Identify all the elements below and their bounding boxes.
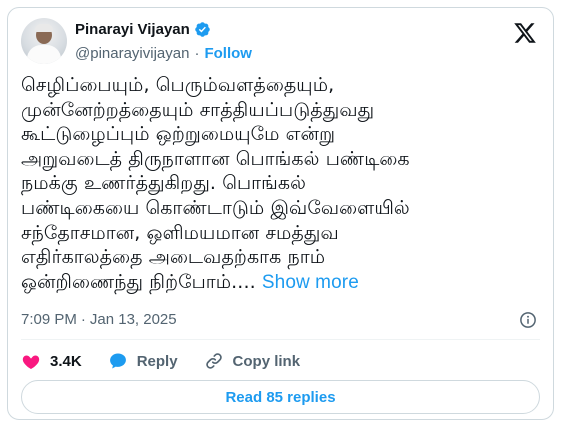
like-button[interactable]: 3.4K [21,351,82,371]
tweet-text-line: அறுவடைத் திருநாளான பொங்கல் பண்டிகை [21,147,410,170]
handle-row: @pinarayivijayan · Follow [75,45,252,62]
reply-button[interactable]: Reply [108,351,178,371]
show-more-link[interactable]: Show more [262,272,359,293]
tweet-text-line: கூட்டுழைப்பும் ஒற்றுமையுமே என்று [21,123,336,146]
tweet-text: செழிப்பையும், பெரும்வளத்தையும், முன்னேற்… [21,73,541,295]
follow-button[interactable]: Follow [204,45,252,62]
avatar[interactable] [21,18,67,64]
tweet-text-last-line: ஒன்றிணைந்து நிற்போம்.... Show more [21,270,541,296]
tweet-date: Jan 13, 2025 [89,311,177,328]
author-handle[interactable]: @pinarayivijayan [75,45,189,62]
tweet-text-line: ஒன்றிணைந்து நிற்போம்.... [21,270,256,293]
divider [21,339,540,340]
tweet-text-line: பண்டிகையை கொண்டாடும் இவ்வேளையில் [21,196,410,219]
verified-badge-icon [195,22,210,37]
reply-label: Reply [136,352,178,370]
tweet-text-line: எதிர்காலத்தை அடைவதற்காக நாம் [21,246,326,269]
x-logo-icon[interactable] [513,21,537,45]
tweet-text-line: முன்னேற்றத்தையும் சாத்தியப்படுத்துவது [21,98,375,121]
like-count: 3.4K [50,352,82,370]
tweet-timestamp[interactable]: 7:09 PM · Jan 13, 2025 [21,311,177,328]
handle-separator: · [194,45,200,62]
tweet-time: 7:09 PM [21,311,77,328]
tweet-text-line: சந்தோசமான, ஒளிமயமான சமத்துவ [21,221,339,244]
timestamp-separator: · [80,311,86,328]
info-icon[interactable] [519,311,537,329]
copy-link-button[interactable]: Copy link [204,351,301,371]
copy-link-label: Copy link [232,352,301,370]
reply-bubble-icon [109,353,126,369]
link-icon [205,353,222,369]
author-display-name[interactable]: Pinarayi Vijayan [75,21,190,38]
heart-icon [22,355,40,369]
tweet-text-line: செழிப்பையும், பெரும்வளத்தையும், [21,74,335,96]
author-name-row[interactable]: Pinarayi Vijayan [75,21,211,38]
tweet-card: Pinarayi Vijayan @pinarayivijayan · Foll… [7,7,554,420]
read-replies-button[interactable]: Read 85 replies [21,380,540,414]
tweet-text-line: நமக்கு உணர்த்துகிறது. பொங்கல் [21,172,307,195]
action-bar: 3.4K Reply Copy link [21,351,326,371]
